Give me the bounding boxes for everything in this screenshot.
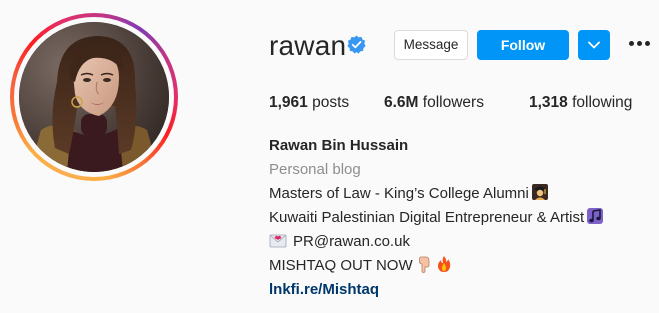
posts-count: 1,961 bbox=[269, 94, 308, 111]
story-ring[interactable] bbox=[10, 13, 178, 181]
bio-line: PR@rawan.co.uk bbox=[269, 231, 410, 252]
following-label: following bbox=[572, 94, 633, 111]
posts-count-stat: 1,961 posts bbox=[269, 93, 349, 113]
full-name: Rawan Bin Hussain bbox=[269, 137, 409, 154]
contact-email: PR@rawan.co.uk bbox=[293, 233, 410, 250]
follow-button[interactable]: Follow bbox=[477, 30, 569, 60]
posts-label: posts bbox=[312, 94, 350, 111]
more-options-icon[interactable] bbox=[628, 38, 652, 52]
followers-count: 6.6M bbox=[384, 94, 419, 111]
followers-link[interactable]: 6.6M followers bbox=[384, 93, 484, 113]
category-label: Personal blog bbox=[269, 161, 361, 178]
bio-text: Kuwaiti Palestinian Digital Entrepreneur… bbox=[269, 209, 585, 226]
bio-line: MISHTAQ OUT NOW bbox=[269, 255, 453, 276]
graduate-emoji-icon bbox=[531, 184, 548, 200]
message-button[interactable]: Message bbox=[394, 30, 468, 60]
followers-label: followers bbox=[422, 94, 484, 111]
avatar[interactable] bbox=[19, 22, 169, 172]
profile-header: rawan Message Follow 1,961 posts 6.6M fo… bbox=[0, 0, 659, 313]
suggested-accounts-dropdown-button[interactable] bbox=[578, 30, 610, 60]
music-notes-icon bbox=[587, 208, 604, 224]
bio-text: MISHTAQ OUT NOW bbox=[269, 257, 413, 274]
fire-icon bbox=[437, 256, 450, 272]
following-link[interactable]: 1,318 following bbox=[529, 93, 632, 113]
username: rawan bbox=[269, 30, 347, 61]
verified-badge-icon bbox=[347, 35, 366, 54]
bio-link[interactable]: lnkfi.re/Mishtaq bbox=[269, 280, 379, 300]
profile-photo bbox=[19, 22, 169, 172]
following-count: 1,318 bbox=[529, 94, 568, 111]
chevron-down-icon bbox=[588, 41, 600, 49]
bio-line: Masters of Law - King’s College Alumni bbox=[269, 183, 549, 204]
hand-pointing-down-icon bbox=[418, 256, 430, 273]
bio-text: Masters of Law - King’s College Alumni bbox=[269, 185, 529, 202]
envelope-with-heart-icon bbox=[269, 234, 287, 248]
bio-line: Kuwaiti Palestinian Digital Entrepreneur… bbox=[269, 207, 604, 228]
